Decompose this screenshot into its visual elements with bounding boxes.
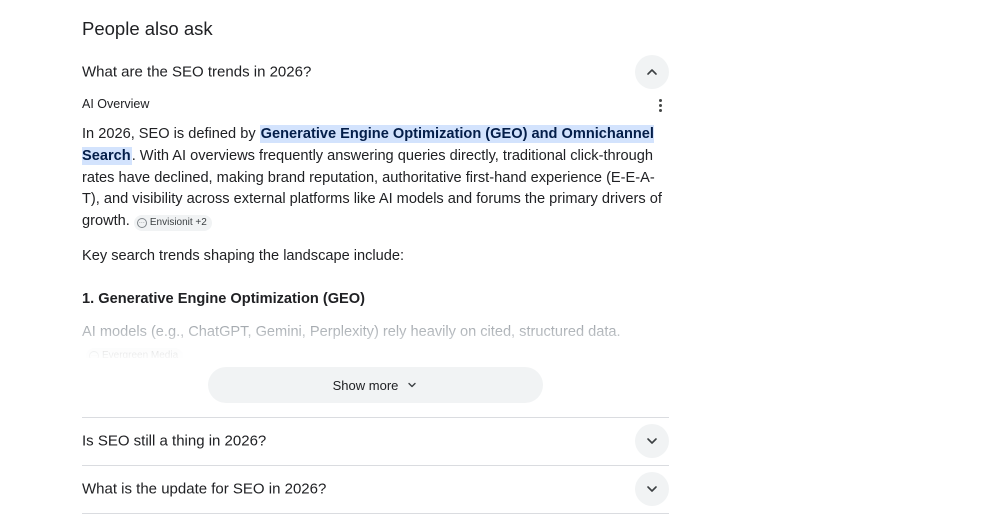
source-chip-label: Envisionit +2: [149, 217, 207, 229]
question-row-seo-trends[interactable]: What are the SEO trends in 2026?: [82, 48, 669, 96]
chevron-down-icon: [408, 382, 417, 388]
source-chip-evergreen[interactable]: ··· Evergreen Media: [86, 347, 184, 358]
chevron-down-icon: [647, 486, 657, 492]
geo-text-truncated: AI models (e.g., ChatGPT, Gemini, Perple…: [82, 322, 672, 358]
ai-overview-paragraph: In 2026, SEO is defined by Generative En…: [82, 124, 672, 233]
geo-heading: 1. Generative Engine Optimization (GEO): [82, 291, 366, 307]
key-trends-text: Key search trends shaping the landscape …: [82, 248, 405, 264]
geo-text: AI models (e.g., ChatGPT, Gemini, Perple…: [82, 324, 621, 340]
chevron-up-icon: [647, 69, 657, 75]
question-text: What are the SEO trends in 2026?: [82, 63, 312, 81]
expand-button[interactable]: [635, 424, 669, 458]
question-text: What is the update for SEO in 2026?: [82, 480, 327, 498]
collapse-button[interactable]: [635, 55, 669, 89]
section-title: People also ask: [82, 18, 213, 39]
question-row-seo-update[interactable]: What is the update for SEO in 2026?: [82, 465, 669, 513]
source-link-icon: ···: [136, 218, 147, 229]
question-row-seo-still-thing[interactable]: Is SEO still a thing in 2026?: [82, 417, 669, 465]
question-text: Is SEO still a thing in 2026?: [82, 432, 267, 450]
more-options-button[interactable]: [655, 96, 665, 114]
show-more-button[interactable]: Show more: [208, 367, 543, 403]
overview-intro-prefix: In 2026, SEO is defined by: [82, 126, 260, 142]
chevron-down-icon: [647, 438, 657, 444]
divider: [82, 513, 669, 514]
source-chip-label: Evergreen Media: [102, 349, 179, 358]
source-chip-envisionit[interactable]: ··· Envisionit +2: [133, 215, 212, 232]
show-more-label: Show more: [332, 377, 399, 393]
expand-button[interactable]: [635, 472, 669, 506]
ai-overview-label: AI Overview: [82, 97, 150, 111]
more-vert-icon: [658, 98, 662, 102]
source-link-icon: ···: [89, 350, 99, 358]
